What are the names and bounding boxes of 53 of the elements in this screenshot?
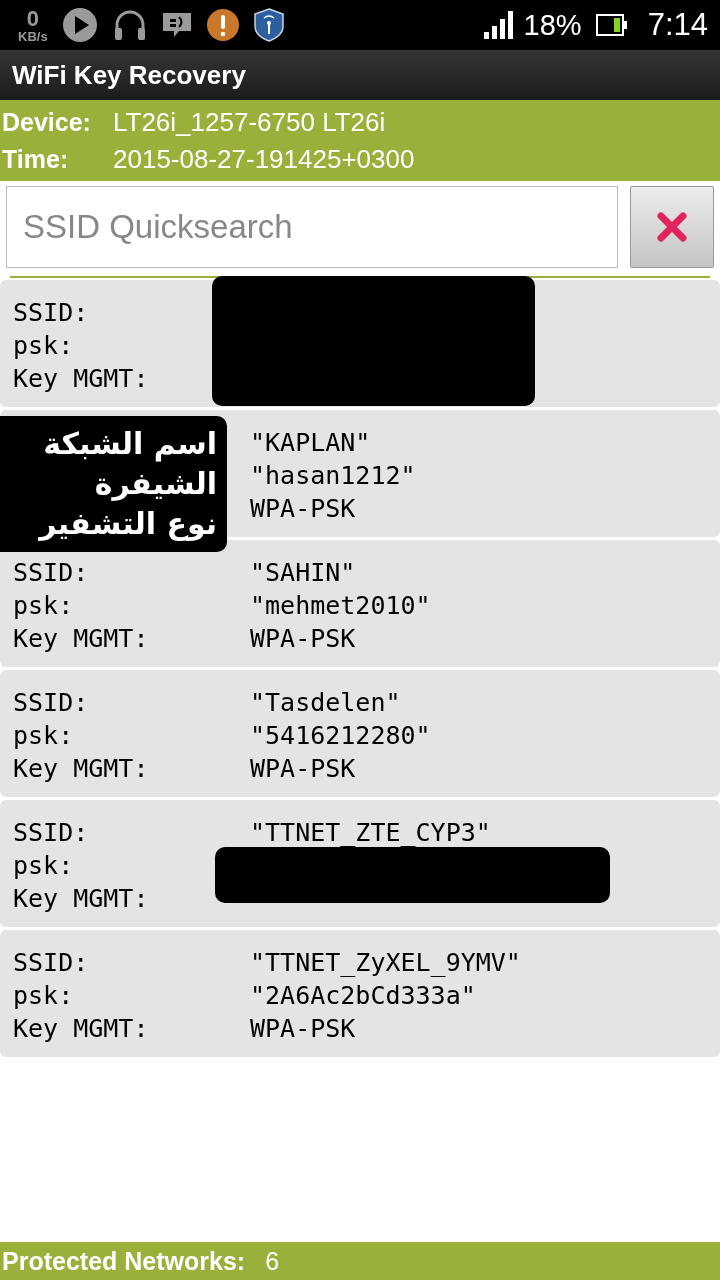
clear-button[interactable]: [630, 186, 714, 268]
footer-label: Protected Networks:: [2, 1246, 246, 1276]
field-value: WPA-PSK: [250, 1014, 356, 1043]
close-icon: [655, 210, 689, 244]
field-value: WPA-PSK: [250, 754, 356, 783]
field-label: SSID:: [13, 818, 90, 847]
field-value: WPA-PSK: [250, 494, 356, 523]
network-count: 6: [265, 1246, 280, 1276]
network-item[interactable]: SSID: "TTNET_ZyXEL_9YMV" psk: "2A6Ac2bCd333a" Key MGMT: WPA-PSK: [0, 930, 720, 1057]
field-value: "SAHIN": [250, 558, 356, 587]
field-value: "mehmet2010": [250, 591, 431, 620]
field-label: SSID:: [13, 688, 90, 717]
field-label: Key MGMT:: [13, 884, 150, 913]
field-value: "TTNET_ZTE_CYP3": [250, 818, 491, 847]
search-field[interactable]: SSID Quicksearch: [6, 186, 618, 268]
field-label: psk:: [13, 331, 75, 360]
speed-unit: KB/s: [18, 29, 48, 43]
info-label: Device:: [2, 108, 92, 137]
speed-value: 0: [26, 7, 39, 30]
field-label: Key MGMT:: [13, 754, 150, 783]
clock: 7:14: [647, 7, 708, 43]
field-value: "KAPLAN": [250, 428, 371, 457]
field-label: SSID:: [13, 558, 90, 587]
message-icon: [161, 11, 192, 39]
field-label: psk:: [13, 721, 75, 750]
field-label: psk:: [13, 591, 75, 620]
field-label: Key MGMT:: [13, 364, 150, 393]
play-icon: [61, 7, 98, 43]
field-value: "hasan1212": [250, 461, 416, 490]
battery-percent: 18%: [523, 8, 582, 42]
window-title: WiFi Key Recovery: [12, 59, 246, 91]
field-label: Key MGMT:: [13, 1014, 150, 1043]
field-value: "2A6Ac2bCd333a": [250, 981, 476, 1010]
field-value: "Tasdelen": [250, 688, 401, 717]
annotation-text: الشيفرة: [93, 465, 217, 503]
signal-icon: [483, 10, 514, 40]
field-label: SSID:: [13, 948, 90, 977]
network-item[interactable]: SSID: "Tasdelen" psk: "5416212280" Key MGMT: WPA-PSK: [0, 670, 720, 797]
shield-icon: [253, 8, 284, 42]
field-value: "5416212280": [250, 721, 431, 750]
field-label: psk:: [13, 981, 75, 1010]
field-label: Key MGMT:: [13, 624, 150, 653]
battery-icon: [595, 14, 628, 36]
field-label: psk:: [13, 851, 75, 880]
field-label: SSID:: [13, 298, 90, 327]
annotation-text: اسم الشبكة: [42, 425, 217, 464]
info-label: Time:: [2, 145, 70, 174]
alert-icon: [205, 8, 240, 42]
field-value: "TTNET_ZyXEL_9YMV": [250, 948, 521, 977]
info-value: LT26i_1257-6750 LT26i: [113, 107, 386, 138]
field-value: WPA-PSK: [250, 624, 356, 653]
network-item[interactable]: SSID: "SAHIN" psk: "mehmet2010" Key MGMT: WPA-PSK: [0, 540, 720, 667]
info-value: 2015-08-27-191425+0300: [113, 144, 415, 175]
